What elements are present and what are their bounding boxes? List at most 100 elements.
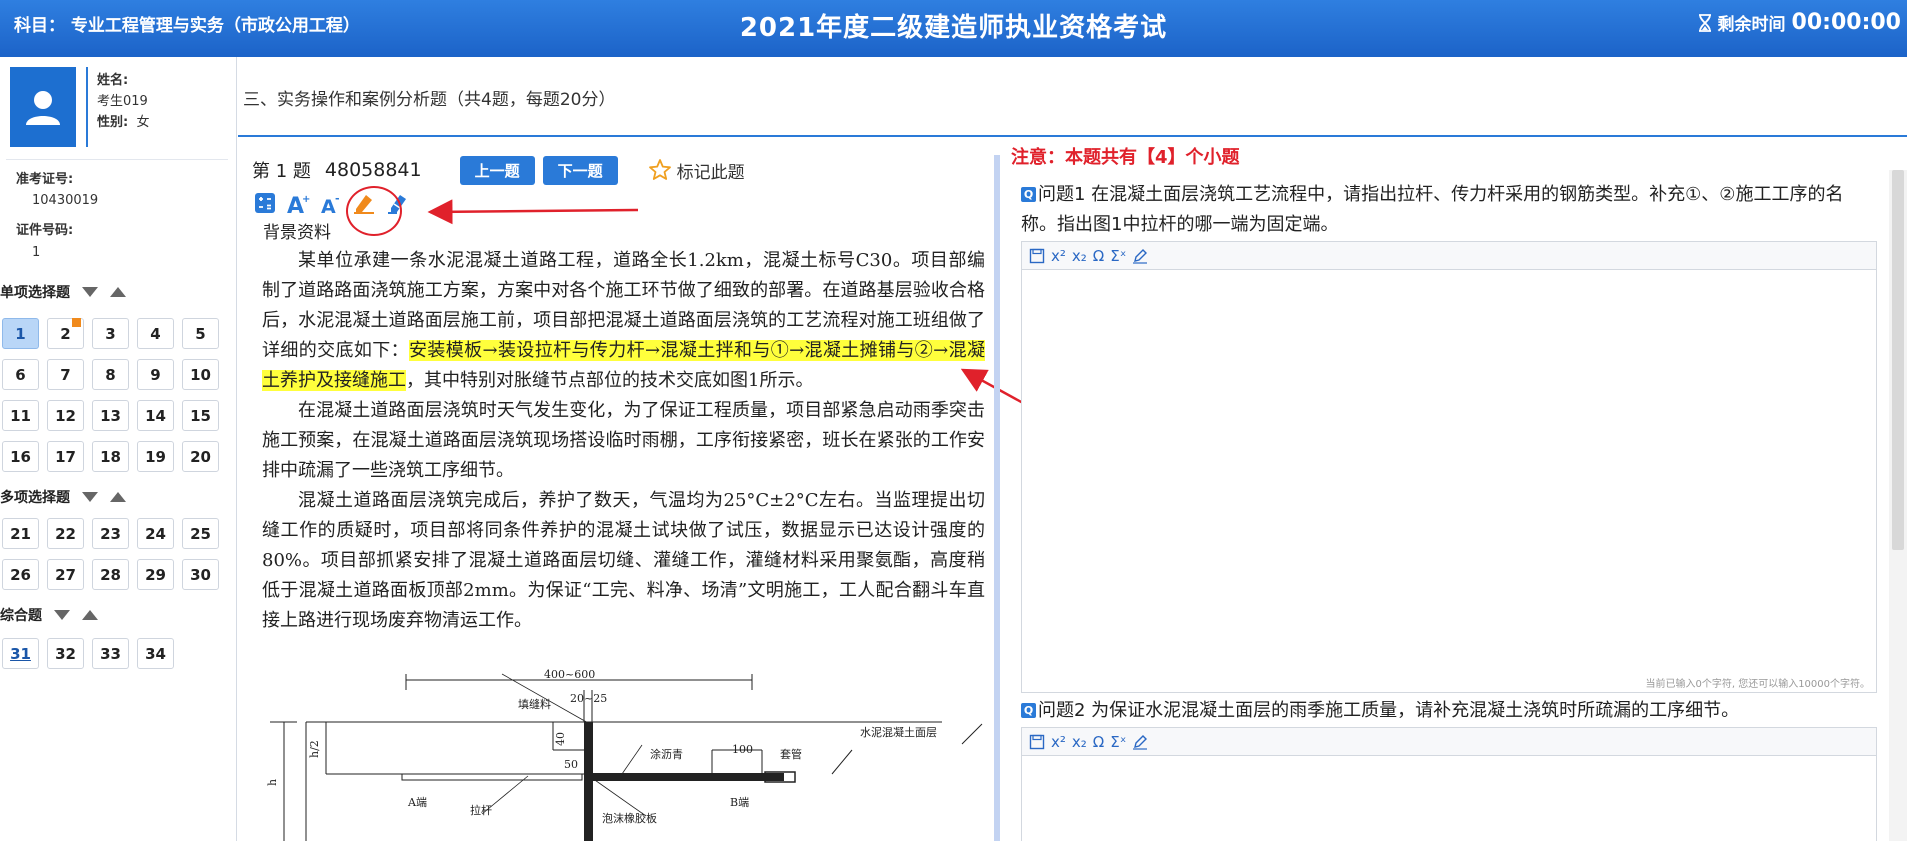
avatar <box>10 67 76 147</box>
save-icon[interactable] <box>1029 734 1045 750</box>
dim-20-25: 20~25 <box>570 692 607 705</box>
case-header[interactable]: 综合题 <box>0 605 98 625</box>
timer-label: 剩余时间 <box>1717 15 1786 35</box>
question-nav-button[interactable]: 4 <box>137 318 174 349</box>
question-nav-button[interactable]: 14 <box>137 400 174 431</box>
scrollbar-thumb[interactable] <box>1892 170 1904 550</box>
sub-question-1: Q 问题1 在混凝土面层浇筑工艺流程中，请指出拉杆、传力杆采用的钢筋类型。补充①、… <box>1021 180 1871 240</box>
id-value: 1 <box>32 245 41 260</box>
question-nav-button[interactable]: 25 <box>182 518 219 549</box>
question-nav-button[interactable]: 33 <box>92 638 129 669</box>
question-nav-button[interactable]: 6 <box>2 359 39 390</box>
question-nav-button[interactable]: 28 <box>92 559 129 590</box>
question-nav-button[interactable]: 10 <box>182 359 219 390</box>
question-nav-button[interactable]: 21 <box>2 518 39 549</box>
question-nav-button[interactable]: 2 <box>47 318 84 349</box>
prev-question-button[interactable]: 上一题 <box>459 155 535 185</box>
background-title: 背景资料 <box>263 223 331 243</box>
question-nav-button[interactable]: 8 <box>92 359 129 390</box>
question-nav-button[interactable]: 26 <box>2 559 39 590</box>
question-nav-button[interactable]: 3 <box>92 318 129 349</box>
omega-icon[interactable]: Ω <box>1093 247 1104 265</box>
dim-40: 40 <box>554 732 567 746</box>
calculator-icon[interactable] <box>252 190 278 216</box>
question-nav-button[interactable]: 20 <box>182 441 219 472</box>
expansion-joint-figure: 400~600 20~25 100 40 50 h/2 h 填缝料 涂沥青 套管… <box>266 668 983 841</box>
collapse-down-icon[interactable] <box>54 610 70 620</box>
next-question-button[interactable]: 下一题 <box>542 155 618 185</box>
question-nav-button[interactable]: 22 <box>47 518 84 549</box>
question-nav-button[interactable]: 9 <box>137 359 174 390</box>
question-nav-button[interactable]: 24 <box>137 518 174 549</box>
exam-header: 科目： 专业工程管理与实务（市政公用工程） 2021年度二级建造师执业资格考试 … <box>0 0 1907 57</box>
superscript-icon[interactable]: x² <box>1051 247 1066 265</box>
char-counter: 当前已输入0个字符, 您还可以输入10000个字符。 <box>1645 679 1870 690</box>
collapse-up-icon[interactable] <box>110 287 126 297</box>
dim-h2: h/2 <box>308 740 321 758</box>
timer-value: 00:00:00 <box>1791 10 1901 35</box>
question-nav-button[interactable]: 13 <box>92 400 129 431</box>
left-sidebar: 姓名: 考生019 性别: 女 准考证号: 10430019 证件号码: 1 单… <box>0 57 237 841</box>
formula-icon[interactable]: Σˣ <box>1110 247 1126 265</box>
panel-divider[interactable] <box>994 155 1000 841</box>
superscript-icon[interactable]: x² <box>1051 733 1066 751</box>
collapse-down-icon[interactable] <box>82 492 98 502</box>
countdown-timer: 剩余时间 00:00:00 <box>1698 10 1901 35</box>
answer-textarea-1[interactable] <box>1022 270 1876 670</box>
user-icon <box>26 91 60 125</box>
answer-textarea-2[interactable] <box>1022 756 1876 836</box>
label-asphalt: 涂沥青 <box>650 747 683 761</box>
subscript-icon[interactable]: x₂ <box>1072 733 1087 751</box>
label-filler: 填缝料 <box>518 697 551 711</box>
exam-title: 2021年度二级建造师执业资格考试 <box>739 13 1168 43</box>
save-icon[interactable] <box>1029 248 1045 264</box>
question-nav-button[interactable]: 5 <box>182 318 219 349</box>
question-nav-button[interactable]: 12 <box>47 400 84 431</box>
collapse-down-icon[interactable] <box>82 287 98 297</box>
question-nav-button[interactable]: 11 <box>2 400 39 431</box>
question-nav-button[interactable]: 1 <box>2 318 39 349</box>
font-decrease-icon[interactable]: A - <box>318 190 344 216</box>
subscript-icon[interactable]: x₂ <box>1072 247 1087 265</box>
multi-choice-header[interactable]: 多项选择题 <box>0 487 126 507</box>
formula-icon[interactable]: Σˣ <box>1110 733 1126 751</box>
edit-icon[interactable] <box>1132 734 1148 750</box>
single-choice-header[interactable]: 单项选择题 <box>0 282 126 302</box>
svg-text:+: + <box>302 194 310 205</box>
question-nav-button[interactable]: 16 <box>2 441 39 472</box>
case-title: 综合题 <box>0 608 42 624</box>
question-nav-button[interactable]: 19 <box>137 441 174 472</box>
question-nav-button[interactable]: 7 <box>47 359 84 390</box>
dim-100: 100 <box>732 743 753 756</box>
svg-text:A: A <box>321 196 336 215</box>
question-nav-button[interactable]: 34 <box>137 638 174 669</box>
question-nav-button[interactable]: 17 <box>47 441 84 472</box>
omega-icon[interactable]: Ω <box>1093 733 1104 751</box>
answer-scrollbar[interactable] <box>1889 170 1907 841</box>
mark-question-button[interactable]: 标记此题 <box>648 158 745 183</box>
question-nav-button[interactable]: 18 <box>92 441 129 472</box>
editor-toolbar: x² x₂ Ω Σˣ <box>1022 728 1876 756</box>
section-title: 三、实务操作和案例分析题（共4题，每题20分） <box>243 90 616 110</box>
gender-value: 女 <box>136 115 150 130</box>
question-nav-button[interactable]: 32 <box>47 638 84 669</box>
question-nav-button[interactable]: 15 <box>182 400 219 431</box>
dim-50: 50 <box>564 758 578 771</box>
editor-toolbar: x² x₂ Ω Σˣ <box>1022 242 1876 270</box>
question-nav-button[interactable]: 23 <box>92 518 129 549</box>
edit-icon[interactable] <box>1132 248 1148 264</box>
sub-question-2: Q 问题2 为保证水泥混凝土面层的雨季施工质量，请补充混凝土浇筑时所疏漏的工序细节… <box>1021 696 1871 726</box>
dim-h: h <box>266 779 279 786</box>
collapse-up-icon[interactable] <box>110 492 126 502</box>
star-icon <box>648 159 671 180</box>
question-nav-button[interactable]: 29 <box>137 559 174 590</box>
section-bar: 三、实务操作和案例分析题（共4题，每题20分） <box>238 57 1907 137</box>
question-nav-button[interactable]: 31 <box>2 638 39 669</box>
flag-icon <box>72 318 81 327</box>
name-value: 考生019 <box>97 94 148 109</box>
question-number: 第 1 题 <box>252 161 311 182</box>
collapse-up-icon[interactable] <box>82 610 98 620</box>
question-nav-button[interactable]: 30 <box>182 559 219 590</box>
font-increase-icon[interactable]: A + <box>285 190 311 216</box>
question-nav-button[interactable]: 27 <box>47 559 84 590</box>
